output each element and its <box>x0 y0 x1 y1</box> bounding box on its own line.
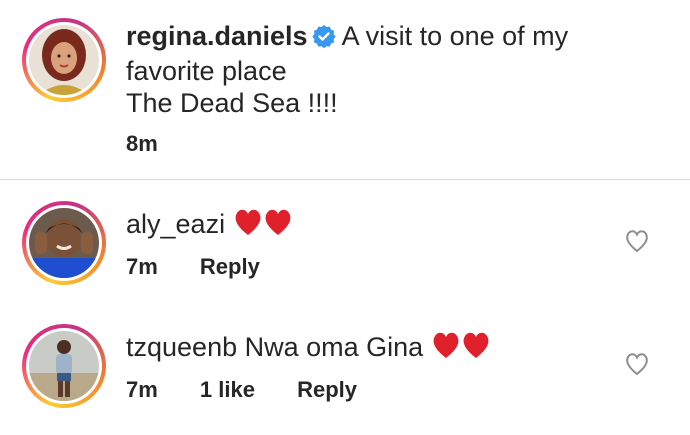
comment-avatar[interactable] <box>22 201 106 285</box>
post-meta: 8m <box>126 131 194 157</box>
divider <box>0 179 690 180</box>
avatar-image <box>29 331 99 401</box>
post-author-avatar[interactable] <box>22 18 106 102</box>
caption-line-1: A visit to one of my <box>341 21 569 51</box>
like-heart-icon[interactable] <box>624 352 650 376</box>
caption-line-2: favorite place <box>126 56 287 86</box>
comment-timestamp: 7m <box>126 377 158 402</box>
heart-emoji-icon <box>431 330 491 367</box>
likes-count[interactable]: 1 like <box>200 377 255 402</box>
caption-line-3: The Dead Sea !!!! <box>126 88 338 118</box>
comment-username[interactable]: tzqueenb <box>126 332 237 362</box>
like-heart-icon[interactable] <box>624 229 650 253</box>
comment-avatar[interactable] <box>22 324 106 408</box>
verified-badge-icon <box>311 23 336 55</box>
heart-emoji-icon <box>233 207 293 244</box>
avatar-image <box>29 208 99 278</box>
reply-button[interactable]: Reply <box>297 377 357 402</box>
post-timestamp: 8m <box>126 131 158 156</box>
comment-timestamp: 7m <box>126 254 158 279</box>
post-caption: regina.daniels A visit to one of my favor… <box>126 20 596 119</box>
comment-meta: 7m Reply <box>126 254 296 280</box>
avatar-image <box>29 25 99 95</box>
comment-body: Nwa oma Gina <box>244 332 424 362</box>
reply-button[interactable]: Reply <box>200 254 260 279</box>
comment-text: tzqueenb Nwa oma Gina <box>126 330 491 367</box>
comment-text: aly_eazi <box>126 207 293 244</box>
comment-meta: 7m 1 like Reply <box>126 377 393 403</box>
post-author-username[interactable]: regina.daniels <box>126 21 308 51</box>
comment-username[interactable]: aly_eazi <box>126 209 225 239</box>
